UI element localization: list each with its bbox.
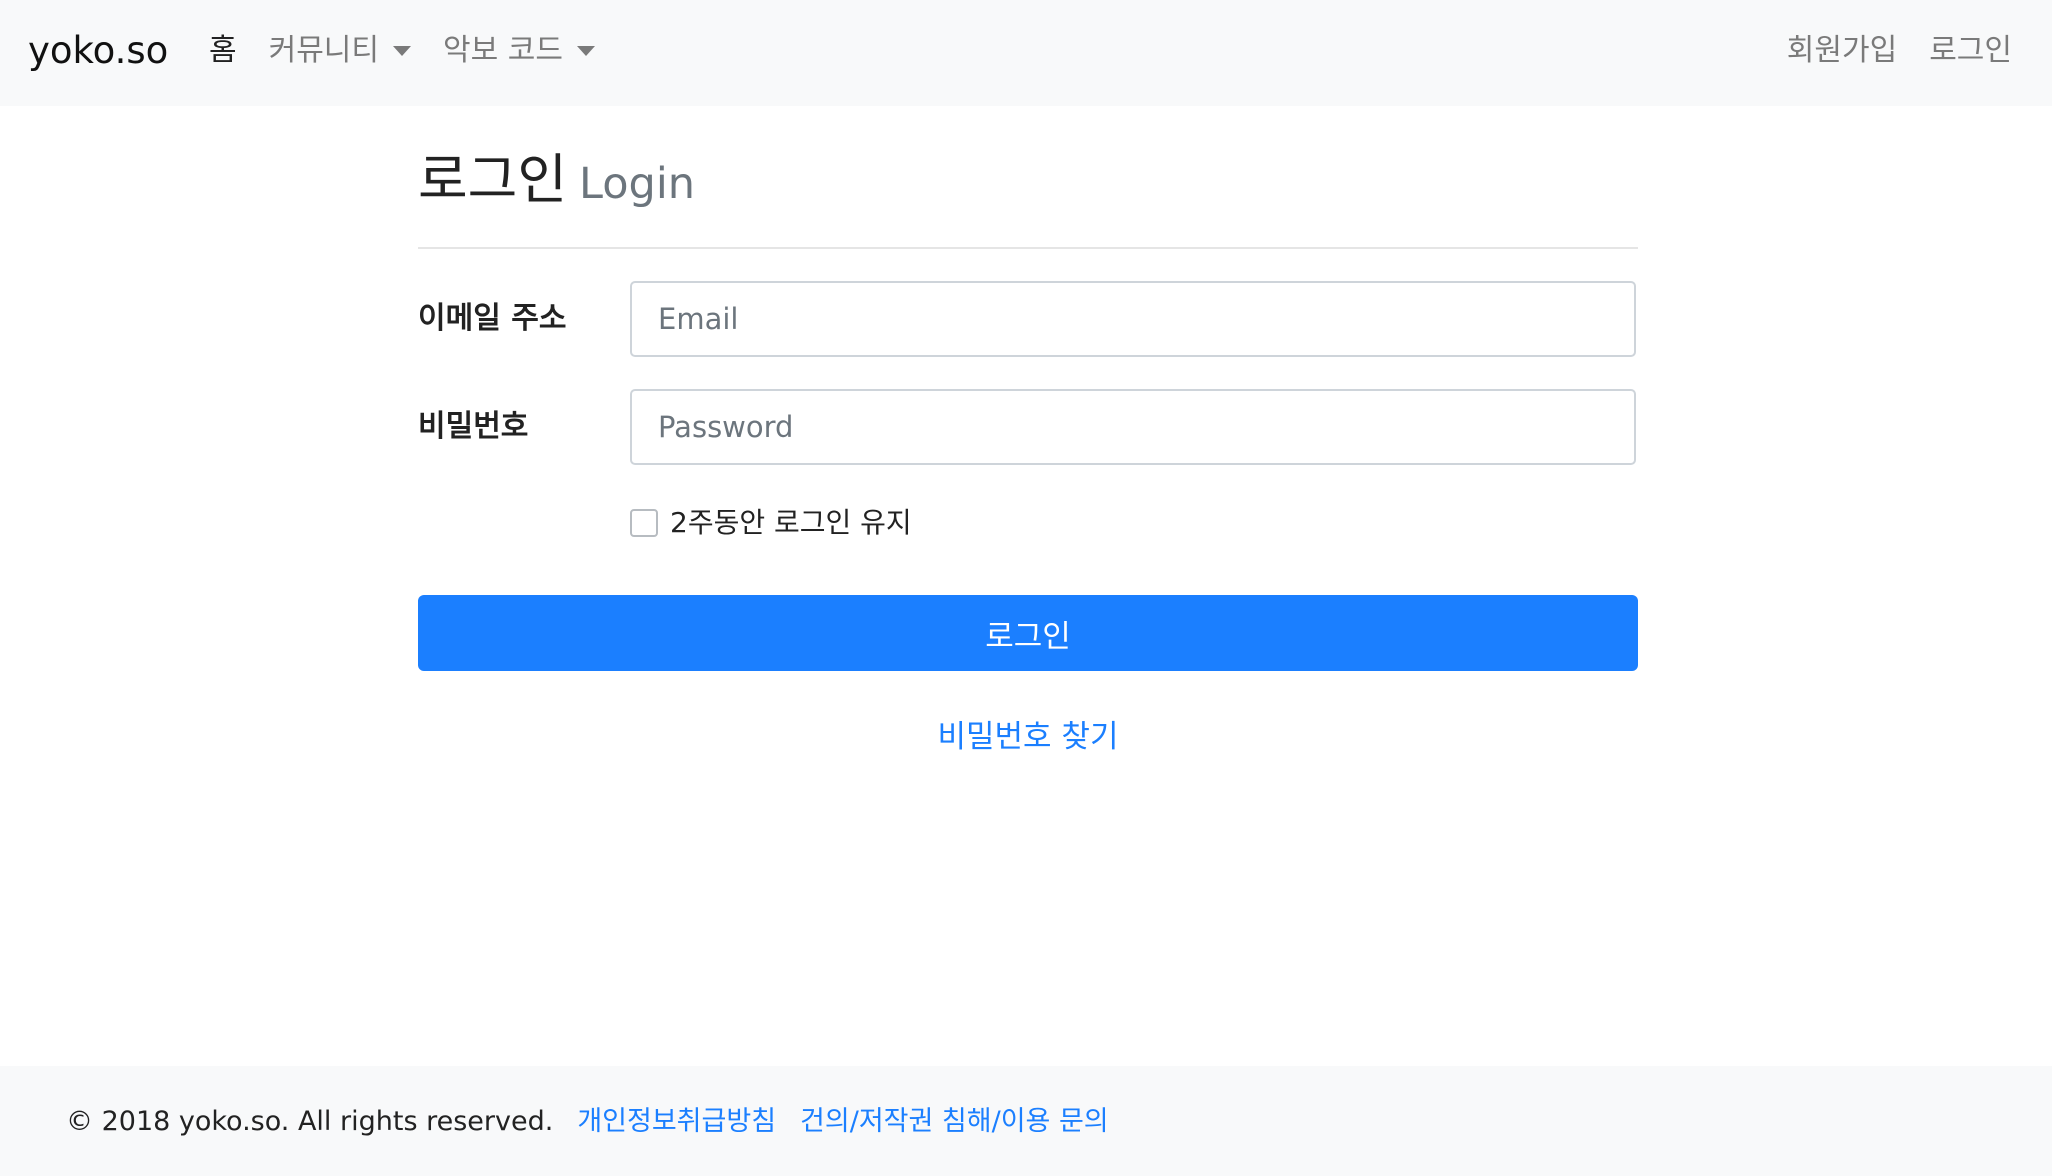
caret-down-icon bbox=[576, 46, 595, 56]
nav-item-login[interactable]: 로그인 bbox=[1929, 28, 2012, 74]
contact-link[interactable]: 건의/저작권 침해/이용 문의 bbox=[800, 1104, 1109, 1140]
nav-left: 홈 커뮤니티 악보 코드 bbox=[209, 28, 627, 74]
login-form: 이메일 주소 비밀번호 2주동안 로그인 유지 로그인 비밀번호 찾기 bbox=[418, 281, 1638, 757]
remember-checkbox[interactable] bbox=[630, 509, 658, 537]
password-input[interactable] bbox=[630, 389, 1636, 465]
remember-label[interactable]: 2주동안 로그인 유지 bbox=[670, 503, 912, 543]
nav-item-home-label: 홈 bbox=[209, 33, 237, 68]
nav-item-community-label: 커뮤니티 bbox=[268, 33, 380, 68]
nav-item-signup[interactable]: 회원가입 bbox=[1787, 28, 1897, 74]
find-password-wrap: 비밀번호 찾기 bbox=[418, 717, 1638, 757]
nav-item-sheet-music-label: 악보 코드 bbox=[443, 33, 563, 68]
email-row: 이메일 주소 bbox=[418, 281, 1638, 357]
remember-row: 2주동안 로그인 유지 bbox=[418, 503, 1638, 543]
copyright-text: © 2018 yoko.so. All rights reserved. bbox=[66, 1106, 554, 1137]
nav-item-home[interactable]: 홈 bbox=[209, 28, 237, 74]
nav-item-sheet-music[interactable]: 악보 코드 bbox=[443, 28, 595, 74]
email-label: 이메일 주소 bbox=[418, 301, 567, 336]
footer: © 2018 yoko.so. All rights reserved. 개인정… bbox=[0, 1066, 2052, 1176]
footer-content: © 2018 yoko.so. All rights reserved. 개인정… bbox=[66, 1104, 1109, 1140]
privacy-policy-link[interactable]: 개인정보취급방침 bbox=[577, 1104, 776, 1140]
nav-item-community[interactable]: 커뮤니티 bbox=[268, 28, 412, 74]
login-button[interactable]: 로그인 bbox=[418, 595, 1638, 671]
email-input[interactable] bbox=[630, 281, 1636, 357]
caret-down-icon bbox=[393, 46, 412, 56]
find-password-link[interactable]: 비밀번호 찾기 bbox=[938, 719, 1119, 755]
password-label: 비밀번호 bbox=[418, 409, 529, 444]
title-divider bbox=[418, 247, 1638, 249]
login-page: 로그인 Login 이메일 주소 비밀번호 2주동안 로그인 유지 로그인 비밀… bbox=[418, 106, 1638, 757]
page-title: 로그인 Login bbox=[418, 150, 1638, 210]
page-title-english: Login bbox=[579, 159, 696, 209]
brand-logo[interactable]: yoko.so bbox=[28, 28, 168, 74]
password-row: 비밀번호 bbox=[418, 389, 1638, 465]
nav-right: 회원가입 로그인 bbox=[1755, 28, 2012, 74]
page-title-korean: 로그인 bbox=[418, 148, 568, 211]
navbar: yoko.so 홈 커뮤니티 악보 코드 회원가입 로그인 bbox=[0, 0, 2052, 106]
